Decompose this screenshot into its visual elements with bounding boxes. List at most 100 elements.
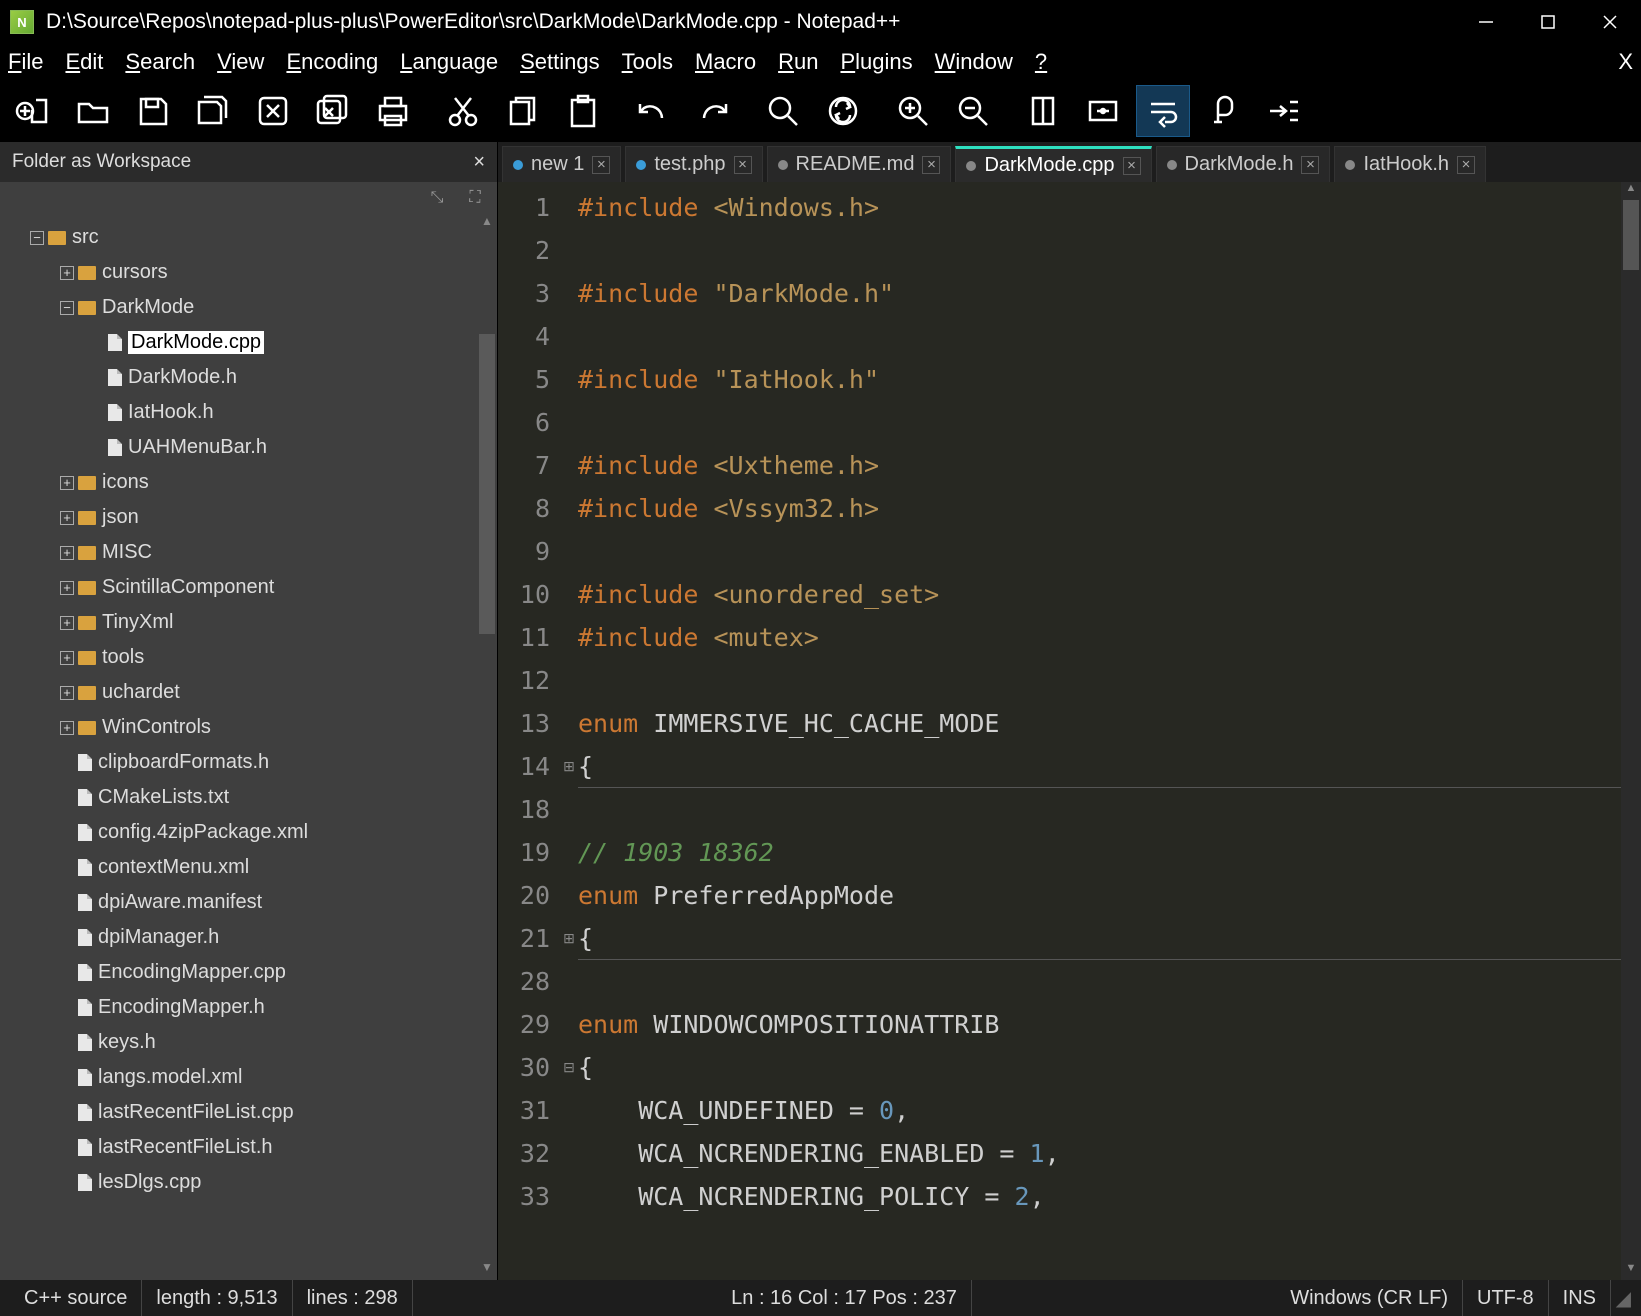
save-button[interactable] — [126, 85, 180, 137]
collapse-icon[interactable]: − — [60, 301, 74, 315]
find-button[interactable] — [756, 85, 810, 137]
menu-window[interactable]: Window — [935, 49, 1013, 75]
replace-button[interactable] — [816, 85, 870, 137]
tree-file[interactable]: config.4zipPackage.xml — [0, 815, 497, 850]
tree-file[interactable]: EncodingMapper.h — [0, 990, 497, 1025]
tree-file[interactable]: CMakeLists.txt — [0, 780, 497, 815]
expand-all-icon[interactable]: ⛶ — [465, 188, 485, 208]
fold-expand-icon[interactable]: ⊞ — [560, 917, 578, 960]
menu-plugins[interactable]: Plugins — [840, 49, 912, 75]
tab-darkmode-cpp[interactable]: DarkMode.cpp× — [955, 146, 1151, 182]
tab-new-1[interactable]: new 1× — [502, 146, 621, 182]
show-all-chars-button[interactable] — [1196, 85, 1250, 137]
expand-icon[interactable]: + — [60, 476, 74, 490]
tab-close-icon[interactable]: × — [1123, 157, 1141, 175]
resize-grip[interactable]: ◢ — [1611, 1286, 1631, 1311]
indent-guide-button[interactable] — [1256, 85, 1310, 137]
tree-folder[interactable]: +uchardet — [0, 675, 497, 710]
collapse-icon[interactable]: − — [30, 231, 44, 245]
tab-readme-md[interactable]: README.md× — [767, 146, 952, 182]
expand-icon[interactable]: + — [60, 651, 74, 665]
menu-view[interactable]: View — [217, 49, 264, 75]
tree-folder[interactable]: +ScintillaComponent — [0, 570, 497, 605]
maximize-button[interactable] — [1517, 0, 1579, 44]
tree-file[interactable]: IatHook.h — [0, 395, 497, 430]
tree-folder[interactable]: +cursors — [0, 255, 497, 290]
editor-scrollbar[interactable]: ▲▼ — [1621, 182, 1641, 1280]
menu-file[interactable]: File — [8, 49, 43, 75]
tree-file[interactable]: lastRecentFileList.cpp — [0, 1095, 497, 1130]
tab-close-icon[interactable]: × — [1301, 156, 1319, 174]
close-file-button[interactable] — [246, 85, 300, 137]
tab-iathook-h[interactable]: IatHook.h× — [1334, 146, 1486, 182]
tree-folder[interactable]: +MISC — [0, 535, 497, 570]
tree-file[interactable]: lastRecentFileList.h — [0, 1130, 497, 1165]
tree-folder[interactable]: +json — [0, 500, 497, 535]
tree-file[interactable]: DarkMode.h — [0, 360, 497, 395]
save-all-button[interactable] — [186, 85, 240, 137]
minimize-button[interactable] — [1455, 0, 1517, 44]
tree-file[interactable]: EncodingMapper.cpp — [0, 955, 497, 990]
code-editor[interactable]: #include <Windows.h>#include "DarkMode.h… — [578, 182, 1621, 1280]
menu-encoding[interactable]: Encoding — [286, 49, 378, 75]
tree-folder[interactable]: −src — [0, 220, 497, 255]
tree-file[interactable]: keys.h — [0, 1025, 497, 1060]
menu-language[interactable]: Language — [400, 49, 498, 75]
menu-help[interactable]: ? — [1035, 49, 1047, 75]
tab-darkmode-h[interactable]: DarkMode.h× — [1156, 146, 1331, 182]
cut-button[interactable] — [436, 85, 490, 137]
tree-file[interactable]: langs.model.xml — [0, 1060, 497, 1095]
tree-file[interactable]: DarkMode.cpp — [0, 325, 497, 360]
tree-file[interactable]: UAHMenuBar.h — [0, 430, 497, 465]
tree-file[interactable]: clipboardFormats.h — [0, 745, 497, 780]
expand-icon[interactable]: + — [60, 686, 74, 700]
tree-file[interactable]: contextMenu.xml — [0, 850, 497, 885]
menu-edit[interactable]: Edit — [65, 49, 103, 75]
paste-button[interactable] — [556, 85, 610, 137]
 — [90, 441, 104, 455]
fold-collapse-icon[interactable]: ⊟ — [560, 1046, 578, 1089]
expand-icon[interactable]: + — [60, 581, 74, 595]
tree-folder[interactable]: −DarkMode — [0, 290, 497, 325]
redo-button[interactable] — [686, 85, 740, 137]
fold-expand-icon[interactable]: ⊞ — [560, 745, 578, 788]
tab-test-php[interactable]: test.php× — [625, 146, 762, 182]
tree-scrollbar[interactable]: ▲ ▼ — [477, 214, 497, 1280]
new-file-button[interactable] — [6, 85, 60, 137]
tab-close-icon[interactable]: × — [1457, 156, 1475, 174]
expand-icon[interactable]: + — [60, 616, 74, 630]
menu-macro[interactable]: Macro — [695, 49, 756, 75]
tree-file[interactable]: dpiAware.manifest — [0, 885, 497, 920]
sync-vscroll-button[interactable] — [1016, 85, 1070, 137]
tab-close-icon[interactable]: × — [734, 156, 752, 174]
zoom-in-button[interactable] — [886, 85, 940, 137]
tree-file[interactable]: dpiManager.h — [0, 920, 497, 955]
tree-folder[interactable]: +WinControls — [0, 710, 497, 745]
expand-icon[interactable]: + — [60, 511, 74, 525]
open-file-button[interactable] — [66, 85, 120, 137]
word-wrap-button[interactable] — [1136, 85, 1190, 137]
collapse-all-icon[interactable]: ⤡ — [427, 188, 447, 208]
tree-folder[interactable]: +icons — [0, 465, 497, 500]
sync-hscroll-button[interactable] — [1076, 85, 1130, 137]
print-button[interactable] — [366, 85, 420, 137]
menu-run[interactable]: Run — [778, 49, 818, 75]
zoom-out-button[interactable] — [946, 85, 1000, 137]
close-button[interactable] — [1579, 0, 1641, 44]
tab-close-icon[interactable]: × — [592, 156, 610, 174]
menu-search[interactable]: Search — [125, 49, 195, 75]
close-all-button[interactable] — [306, 85, 360, 137]
expand-icon[interactable]: + — [60, 266, 74, 280]
tree-folder[interactable]: +TinyXml — [0, 605, 497, 640]
tree-folder[interactable]: +tools — [0, 640, 497, 675]
menu-settings[interactable]: Settings — [520, 49, 600, 75]
menu-close-icon[interactable]: X — [1618, 49, 1633, 75]
menu-tools[interactable]: Tools — [622, 49, 673, 75]
tree-file[interactable]: lesDlgs.cpp — [0, 1165, 497, 1200]
tab-close-icon[interactable]: × — [922, 156, 940, 174]
copy-button[interactable] — [496, 85, 550, 137]
panel-close-icon[interactable]: × — [473, 151, 485, 174]
undo-button[interactable] — [626, 85, 680, 137]
expand-icon[interactable]: + — [60, 546, 74, 560]
expand-icon[interactable]: + — [60, 721, 74, 735]
